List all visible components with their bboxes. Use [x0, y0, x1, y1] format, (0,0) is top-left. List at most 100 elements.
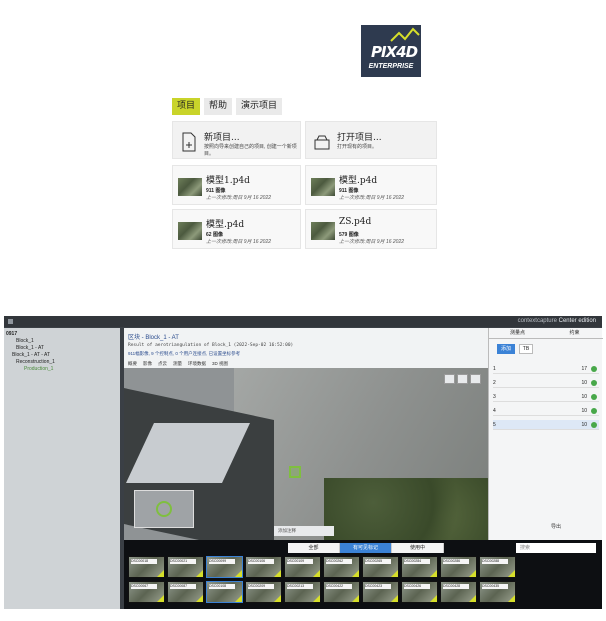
photo-thumbnail[interactable]: DSC00021 [167, 556, 204, 578]
photo-name: DSC00018 [131, 559, 157, 564]
photo-thumbnail[interactable]: DSC00209 [245, 581, 282, 603]
open-project-title: 打开项目... [337, 133, 382, 143]
tab-demo-projects[interactable]: 演示项目 [236, 98, 283, 115]
photo-thumbnail[interactable]: DSC00426 [401, 581, 438, 603]
mark-flag-icon [352, 570, 359, 577]
tab-survey-points[interactable]: 测量点 [489, 328, 546, 338]
photo-viewport[interactable]: 添加注释 [124, 368, 488, 540]
point-count: 10 [581, 380, 587, 386]
menu-pointclouds[interactable]: 点云 [158, 361, 167, 367]
breadcrumb[interactable]: 区块 - Block_1 - AT [128, 332, 179, 341]
photo-thumbnail[interactable]: DSC00213 [284, 581, 321, 603]
survey-point-row[interactable]: 4 10 [493, 406, 599, 416]
photo-thumbnail[interactable]: DSC00423 [362, 581, 399, 603]
tab-constraints[interactable]: 约束 [546, 328, 603, 338]
project-name: 模型.p4d [339, 176, 378, 186]
survey-point-row[interactable]: 2 10 [493, 378, 599, 388]
photo-search-input[interactable]: 搜索 [516, 543, 596, 553]
filter-all[interactable]: 全部 [288, 543, 340, 553]
photo-thumbnail[interactable]: DSC00428 [440, 581, 477, 603]
mark-flag-icon [469, 570, 476, 577]
photo-thumbnail[interactable]: DSC00422 [323, 581, 360, 603]
menu-3dview[interactable]: 3D 视图 [212, 361, 228, 367]
open-project-button[interactable]: 打开项目... 打开现有的项目。 [305, 121, 437, 159]
point-type-button[interactable]: TB [519, 344, 533, 354]
photo-thumbnail[interactable]: DSC00018 [128, 556, 165, 578]
tree-block[interactable]: Block_1 [16, 338, 34, 344]
photo-name: DSC00284 [404, 559, 430, 564]
tree-block-at[interactable]: Block_1 - AT [16, 345, 44, 351]
survey-point-row[interactable]: 1 17 [493, 364, 599, 374]
point-name: 4 [493, 408, 496, 414]
photo-thumbnail[interactable]: DSC00288 [479, 556, 516, 578]
menu-photos[interactable]: 影像 [143, 361, 152, 367]
logo-edition: ENTERPRISE [368, 63, 414, 70]
project-name: 模型.p4d [206, 220, 245, 230]
tree-project[interactable]: 0917 [6, 331, 17, 337]
recent-project-card[interactable]: ZS.p4d 579 图像 上一次修改:周日 9月 16 2022 [305, 209, 437, 249]
recent-project-card[interactable]: 模型1.p4d 911 图像 上一次修改:周日 9月 16 2022 [172, 165, 301, 205]
photo-thumbnail[interactable]: DSC00262 [323, 556, 360, 578]
comment-input[interactable]: 添加注释 [274, 526, 334, 536]
photo-name: DSC00108 [209, 584, 235, 589]
photo-thumbnail[interactable]: DSC00106 [245, 556, 282, 578]
photo-name: DSC00265 [365, 559, 391, 564]
mark-flag-icon [313, 595, 320, 602]
tab-projects[interactable]: 项目 [172, 98, 201, 115]
mark-flag-icon [235, 570, 242, 577]
open-project-desc: 打开现有的项目。 [337, 144, 378, 150]
recent-project-card[interactable]: 模型.p4d 62 图像 上一次修改:周日 9月 16 2022 [172, 209, 301, 249]
contextcapture-window: contextcapture Center edition 0917 Block… [4, 316, 603, 609]
filter-with-marks[interactable]: 有可见标记 [340, 543, 392, 553]
tab-help[interactable]: 帮助 [204, 98, 233, 115]
photo-thumbnail[interactable]: DSC00108 [206, 581, 243, 603]
project-modified: 上一次修改:周日 9月 16 2022 [339, 239, 405, 245]
mark-flag-icon [508, 570, 515, 577]
photo-thumbnail[interactable]: DSC00099 [206, 556, 243, 578]
point-count: 17 [581, 366, 587, 372]
photo-name: DSC00288 [482, 559, 508, 564]
recent-project-card[interactable]: 模型.p4d 911 图像 上一次修改:周日 9月 16 2022 [305, 165, 437, 205]
mark-flag-icon [391, 570, 398, 577]
point-name: 1 [493, 366, 496, 372]
at-result: Result of aerotriangulation of Block_1 (… [128, 343, 294, 348]
mark-flag-icon [196, 570, 203, 577]
app-menu-icon[interactable] [8, 319, 13, 324]
photo-thumbnail[interactable]: DSC00286 [440, 556, 477, 578]
check-icon [591, 422, 597, 428]
pix4d-launcher: PIX4D ENTERPRISE 项目 帮助 演示项目 新项目... 按照向导来… [0, 0, 606, 316]
tree-block-at-at[interactable]: Block_1 - AT - AT [12, 352, 50, 358]
filter-in-use[interactable]: 使用中 [392, 543, 444, 553]
survey-point-row-selected[interactable]: 5 10 [493, 420, 599, 430]
menu-surveys[interactable]: 测量 [173, 361, 182, 367]
tree-reconstruction[interactable]: Reconstruction_1 [16, 359, 55, 365]
photo-thumbnail[interactable]: DSC00284 [401, 556, 438, 578]
point-name: 3 [493, 394, 496, 400]
minus-icon[interactable] [470, 374, 481, 384]
survey-point-row[interactable]: 3 10 [493, 392, 599, 402]
project-image-count: 579 图像 [339, 232, 359, 238]
export-button[interactable]: 导出 [551, 523, 561, 530]
project-image-count: 911 图像 [339, 188, 359, 194]
photo-thumbnail[interactable]: DSC00435 [479, 581, 516, 603]
menu-env[interactable]: 环境数据 [188, 361, 206, 367]
menu-general[interactable]: 概要 [128, 361, 137, 367]
photo-thumbnail[interactable]: DSC00067 [128, 581, 165, 603]
photo-thumbnail[interactable]: DSC00109 [284, 556, 321, 578]
add-point-button[interactable]: 添加 [497, 344, 515, 354]
tree-production[interactable]: Production_1 [24, 366, 53, 372]
photo-name: DSC00213 [287, 584, 313, 589]
trees-area [324, 478, 488, 540]
project-name: 模型1.p4d [206, 176, 250, 186]
new-project-button[interactable]: 新项目... 按照向导来创建自己的项目, 创建一个新项目。 [172, 121, 301, 159]
project-modified: 上一次修改:周日 9月 16 2022 [206, 239, 272, 245]
control-point-marker[interactable] [289, 466, 301, 478]
inset-target-icon [156, 501, 172, 517]
split-view-icon[interactable] [457, 374, 468, 384]
photo-name: DSC00106 [248, 559, 274, 564]
grid-view-icon[interactable] [444, 374, 455, 384]
project-name: ZS.p4d [339, 217, 372, 227]
photo-thumbnail[interactable]: DSC00087 [167, 581, 204, 603]
main-area: 区块 - Block_1 - AT Result of aerotriangul… [124, 328, 603, 609]
photo-thumbnail[interactable]: DSC00265 [362, 556, 399, 578]
